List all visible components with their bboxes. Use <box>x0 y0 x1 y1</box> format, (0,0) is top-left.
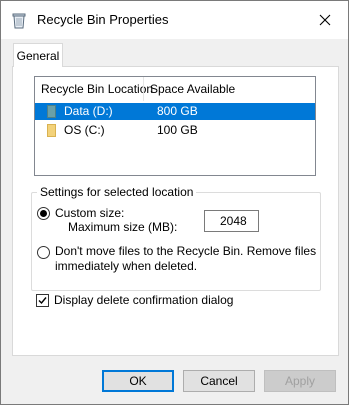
tab-general[interactable]: General <box>13 43 63 67</box>
column-header-space[interactable]: Space Available <box>144 77 235 101</box>
recycle-bin-location-list[interactable]: Recycle Bin Location Space Available Dat… <box>34 76 316 176</box>
general-tab-panel: Recycle Bin Location Space Available Dat… <box>12 66 339 356</box>
window-title: Recycle Bin Properties <box>37 12 169 27</box>
title-bar[interactable]: Recycle Bin Properties <box>1 1 348 39</box>
drive-icon <box>47 124 56 137</box>
tab-general-label: General <box>16 48 60 63</box>
settings-group: Settings for selected location Custom si… <box>31 185 321 291</box>
drive-icon <box>47 105 56 118</box>
delete-confirmation-label[interactable]: Display delete confirmation dialog <box>54 293 233 307</box>
close-button[interactable] <box>302 1 348 39</box>
dont-move-files-label-line1[interactable]: Don't move files to the Recycle Bin. Rem… <box>55 244 316 258</box>
recycle-bin-icon <box>12 13 26 29</box>
close-icon <box>319 14 331 26</box>
checkmark-icon <box>38 297 47 305</box>
apply-button[interactable]: Apply <box>264 370 336 392</box>
max-size-input[interactable]: 2048 <box>204 210 259 232</box>
column-header-location[interactable]: Recycle Bin Location <box>35 77 153 101</box>
delete-confirmation-checkbox[interactable] <box>36 294 49 307</box>
custom-size-label[interactable]: Custom size: <box>55 206 124 220</box>
settings-group-label: Settings for selected location <box>37 185 197 199</box>
custom-size-radio[interactable] <box>37 207 50 220</box>
dont-move-files-radio[interactable] <box>37 246 50 259</box>
list-item-data-d[interactable]: Data (D:) 800 GB <box>35 103 315 120</box>
list-header: Recycle Bin Location Space Available <box>35 77 315 101</box>
ok-button[interactable]: OK <box>102 370 174 392</box>
properties-window: Recycle Bin Properties General Recycle B… <box>0 0 349 405</box>
list-item-os-c[interactable]: OS (C:) 100 GB <box>35 122 315 139</box>
dont-move-files-label-line2[interactable]: immediately when deleted. <box>55 259 197 273</box>
location-name: Data (D:) <box>64 104 113 118</box>
space-available: 100 GB <box>157 123 198 137</box>
location-name: OS (C:) <box>64 123 105 137</box>
cancel-button[interactable]: Cancel <box>183 370 255 392</box>
space-available: 800 GB <box>157 104 198 118</box>
max-size-label: Maximum size (MB): <box>68 220 178 234</box>
